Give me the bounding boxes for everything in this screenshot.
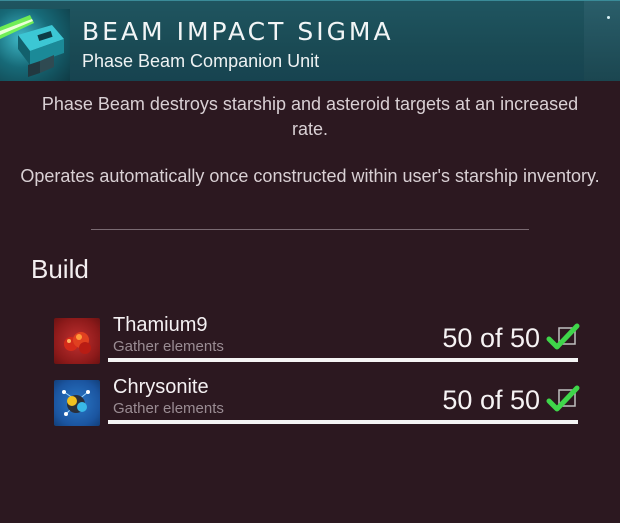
thamium9-resource-icon bbox=[54, 318, 100, 364]
check-icon bbox=[546, 384, 580, 416]
section-divider bbox=[91, 229, 529, 230]
requirement-row[interactable]: Chrysonite Gather elements 50 of 50 bbox=[54, 376, 580, 436]
check-icon bbox=[546, 322, 580, 354]
description-effect-text: Phase Beam destroys starship and asteroi… bbox=[41, 94, 579, 139]
requirement-name: Chrysonite bbox=[113, 376, 209, 398]
build-heading: Build bbox=[31, 254, 89, 284]
item-title: BEAM IMPACT SIGMA bbox=[82, 17, 394, 46]
chrysonite-resource-icon bbox=[54, 380, 100, 426]
requirement-progress bbox=[108, 358, 578, 362]
requirement-count: 50 of 50 bbox=[442, 323, 540, 353]
requirement-name: Thamium9 bbox=[113, 314, 208, 336]
requirement-subtitle: Gather elements bbox=[113, 338, 224, 355]
requirement-progress-fill bbox=[108, 358, 578, 362]
requirement-progress-fill bbox=[108, 420, 578, 424]
item-header: BEAM IMPACT SIGMA Phase Beam Companion U… bbox=[0, 0, 620, 81]
requirement-subtitle: Gather elements bbox=[113, 400, 224, 417]
description-usage: Operates automatically once constructed … bbox=[0, 164, 620, 189]
corner-dot-icon bbox=[607, 16, 610, 19]
requirement-row[interactable]: Thamium9 Gather elements 50 of 50 bbox=[54, 314, 580, 374]
description-effect: Phase Beam destroys starship and asteroi… bbox=[0, 92, 620, 142]
requirement-count: 50 of 50 bbox=[442, 385, 540, 415]
phase-beam-module-icon bbox=[0, 9, 70, 81]
item-subtitle: Phase Beam Companion Unit bbox=[82, 51, 320, 71]
description-usage-text: Operates automatically once constructed … bbox=[20, 166, 600, 186]
requirement-progress bbox=[108, 420, 578, 424]
header-corner bbox=[584, 1, 620, 81]
